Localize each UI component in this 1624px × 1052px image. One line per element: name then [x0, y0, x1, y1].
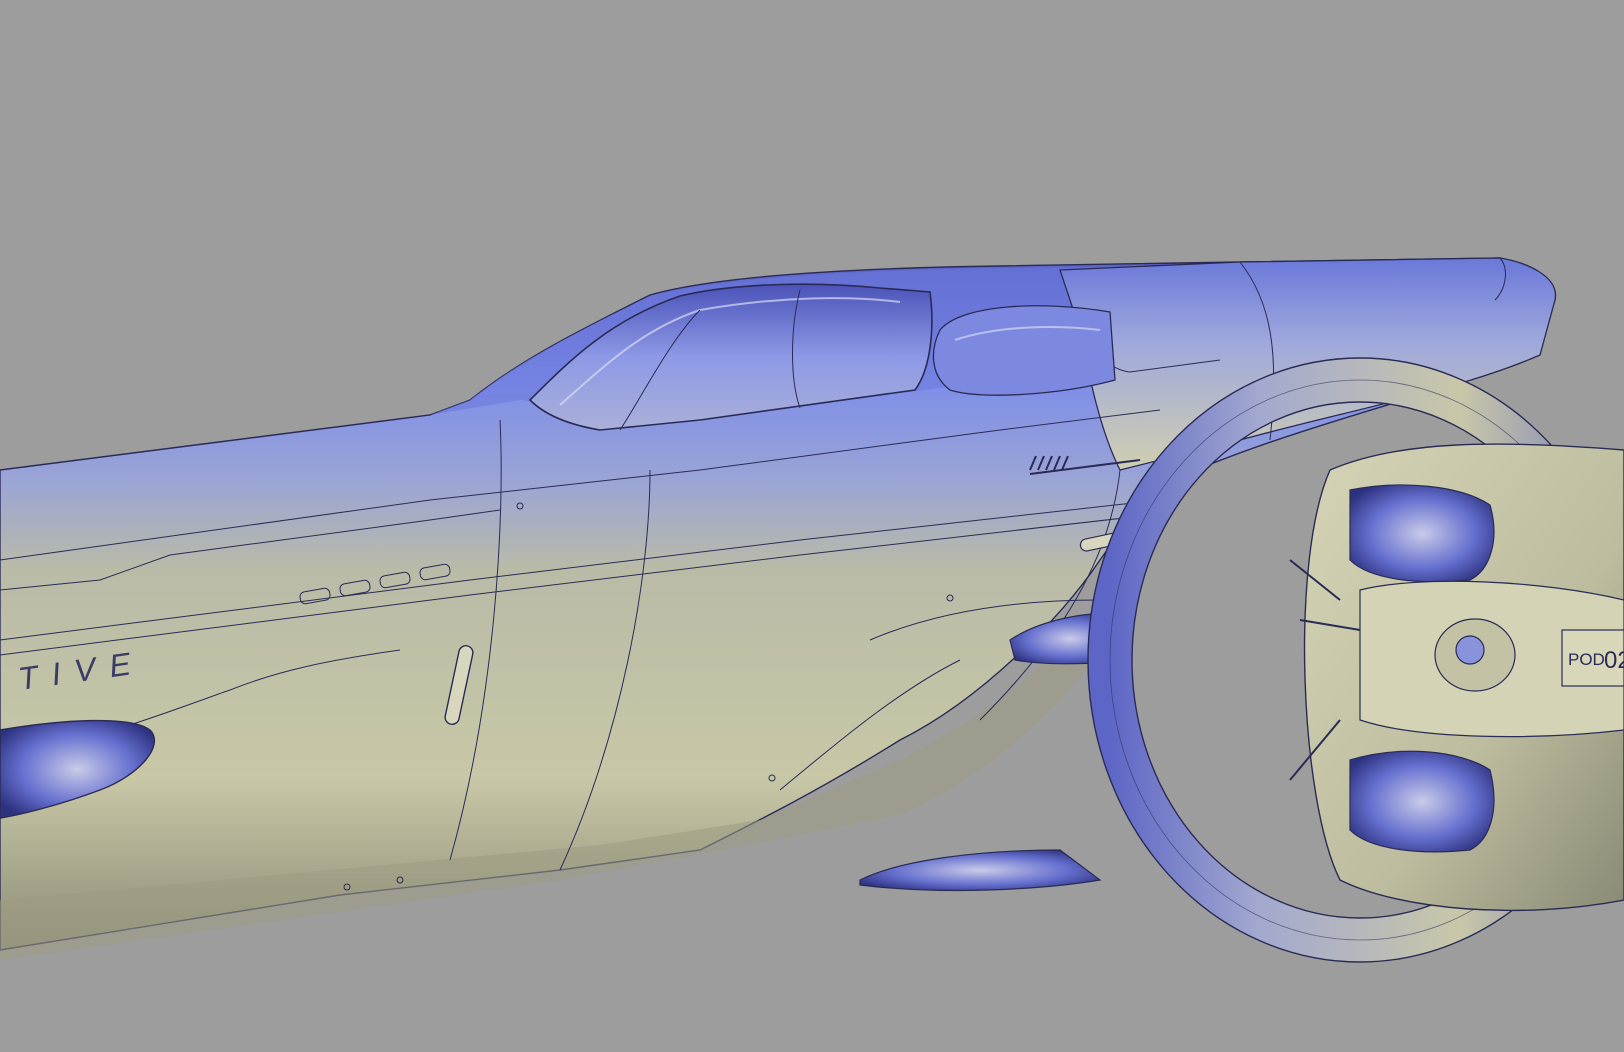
engine-pod — [1289, 443, 1624, 912]
side-intake — [932, 305, 1116, 396]
pod-marking: POD — [1568, 650, 1605, 669]
podracer-render: TIVE POD 02 — [0, 257, 1624, 963]
pod-number: 02 — [1604, 647, 1624, 674]
model-viewport: TIVE POD 02 — [0, 0, 1624, 1048]
